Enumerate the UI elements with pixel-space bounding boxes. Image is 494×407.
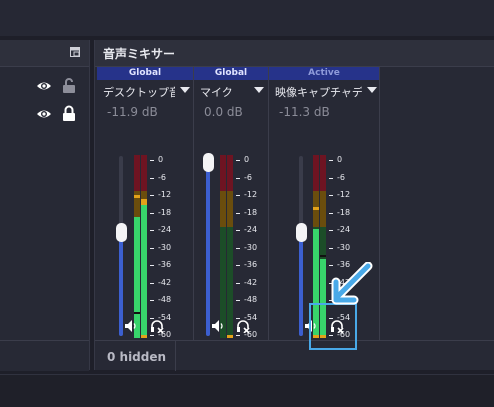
channel-volume-db: -11.9 dB <box>107 105 158 119</box>
volume-slider-handle[interactable] <box>296 222 307 242</box>
sources-panel-header <box>0 40 89 67</box>
mixer-channel-mic: Global マイク 0.0 dB 0 -6 -12 -18 -24 -30 -36 -42-… <box>194 67 268 340</box>
audio-level-meter <box>141 155 147 338</box>
audio-mixer-footer: 0 hidden <box>95 340 494 371</box>
hidden-channels-count[interactable]: 0 hidden <box>107 350 166 364</box>
source-row[interactable] <box>0 74 89 98</box>
sources-footer <box>0 340 89 371</box>
channel-name: 映像キャプチャデバイ <box>275 86 362 99</box>
audio-level-meter <box>227 155 233 338</box>
volume-slider-fill <box>206 156 210 336</box>
channel-volume-db: -11.3 dB <box>279 105 330 119</box>
top-toolbar <box>0 0 494 36</box>
eye-icon[interactable] <box>36 79 52 93</box>
volume-slider-fill <box>299 231 303 336</box>
sources-panel <box>0 40 90 371</box>
eye-icon[interactable] <box>36 107 52 121</box>
float-dock-icon[interactable] <box>70 47 80 57</box>
channel-menu-dropdown-icon[interactable] <box>254 87 264 93</box>
channel-divider <box>379 67 380 340</box>
volume-slider-handle[interactable] <box>203 153 214 172</box>
audio-mixer-panel: 音声ミキサー Global デスクトップ音声 -11.9 dB 0-6-12-1… <box>94 40 494 371</box>
meter-scale: 0 -6 -12 -18 -24 -30 -36 -42 -48 -54 -60 <box>150 155 172 339</box>
volume-slider-fill <box>119 231 123 336</box>
audio-level-meter <box>134 155 140 338</box>
monitor-off-headphones-icon[interactable] <box>236 319 250 333</box>
mixer-channel-desktop-audio: Global デスクトップ音声 -11.9 dB 0-6-12-18-24-30… <box>97 67 193 340</box>
channel-name: デスクトップ音声 <box>103 86 175 99</box>
channel-menu-dropdown-icon[interactable] <box>180 87 190 93</box>
volume-slider-track[interactable] <box>119 156 123 336</box>
speaker-icon[interactable] <box>124 319 138 333</box>
footer-divider <box>175 341 176 371</box>
unlocked-icon[interactable] <box>62 77 76 93</box>
source-row[interactable] <box>0 102 89 126</box>
channel-menu-dropdown-icon[interactable] <box>367 87 377 93</box>
pointer-arrow-icon <box>331 262 373 305</box>
channel-name: マイク <box>200 86 233 99</box>
channel-mode-label[interactable]: Global <box>194 67 268 80</box>
bottom-status-bar <box>0 374 494 407</box>
meter-scale: 0 -6 -12 -18 -24 -30 -36 -42 -48 -54 -60 <box>236 155 258 339</box>
channel-mode-label[interactable]: Global <box>97 67 193 80</box>
audio-level-meter <box>220 155 226 338</box>
audio-mixer-title: 音声ミキサー <box>103 47 176 61</box>
volume-slider-track[interactable] <box>299 156 303 336</box>
volume-slider-track[interactable] <box>206 156 210 336</box>
locked-icon[interactable] <box>62 105 76 121</box>
speaker-icon[interactable] <box>211 319 225 333</box>
audio-mixer-header: 音声ミキサー <box>95 40 494 67</box>
channel-volume-db: 0.0 dB <box>204 105 243 119</box>
volume-slider-handle[interactable] <box>116 222 127 242</box>
monitor-off-headphones-icon[interactable] <box>150 319 164 333</box>
channel-mode-label[interactable]: Active <box>269 67 379 80</box>
